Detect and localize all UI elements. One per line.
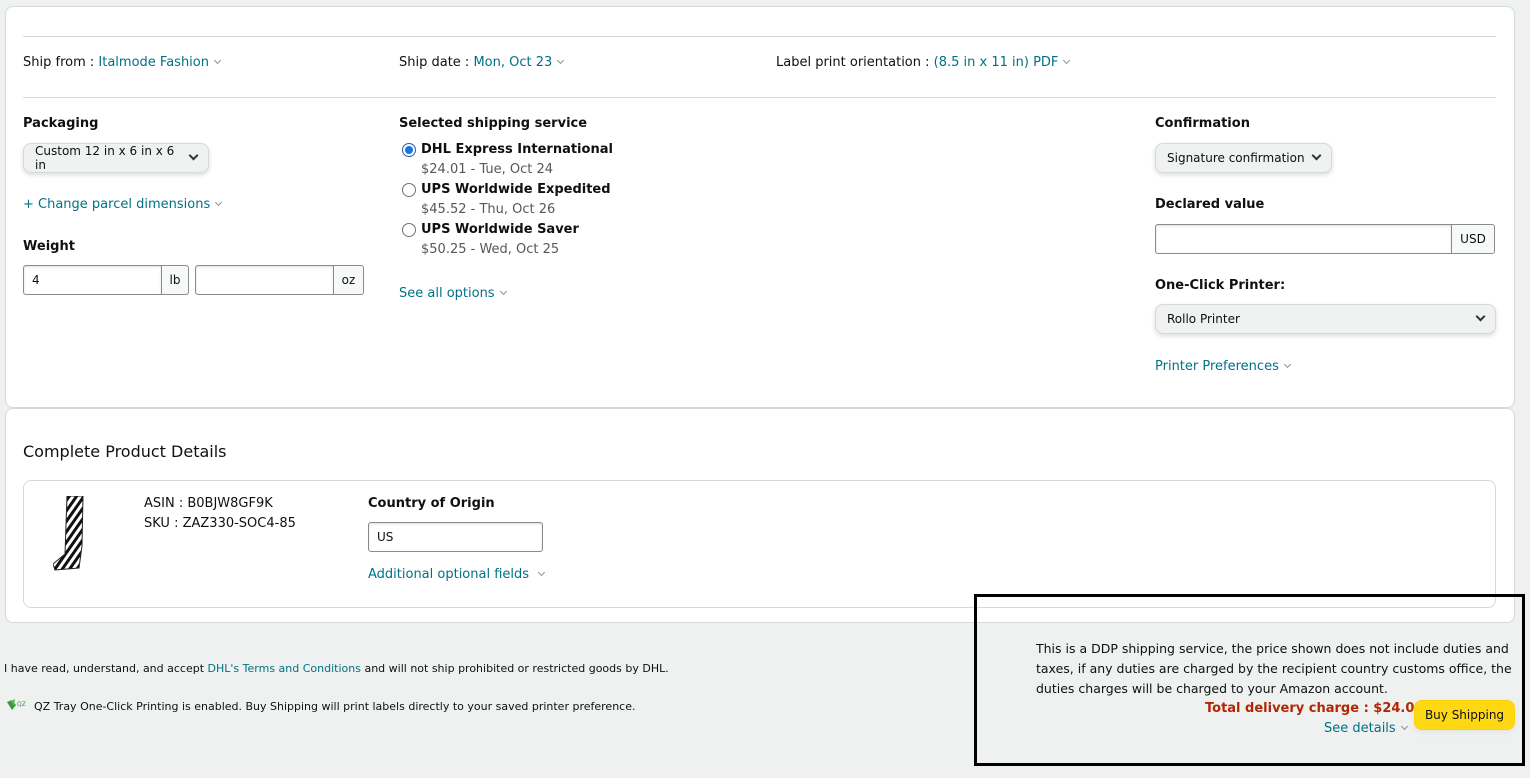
chevron-down-icon [1063, 56, 1071, 65]
printer-select[interactable]: Rollo Printer [1155, 304, 1496, 334]
label-orientation-label: Label print orientation : [776, 55, 930, 70]
service-detail-ups-saver: $50.25 - Wed, Oct 25 [421, 242, 560, 257]
service-name-dhl[interactable]: DHL Express International [421, 142, 613, 157]
terms-suffix: and will not ship prohibited or restrict… [360, 662, 669, 675]
packaging-selected: Custom 12 in x 6 in x 6 in [35, 144, 175, 172]
declared-value-label: Declared value [1155, 197, 1265, 212]
radio-ups-saver[interactable] [402, 223, 416, 237]
divider-middle [23, 97, 1496, 98]
chevron-down-icon [1283, 360, 1291, 369]
additional-fields-link[interactable]: Additional optional fields [368, 567, 546, 582]
service-name-ups-expedited[interactable]: UPS Worldwide Expedited [421, 182, 611, 197]
ship-date-value: Mon, Oct 23 [473, 55, 553, 70]
radio-ups-expedited[interactable] [402, 183, 416, 197]
packaging-label: Packaging [23, 116, 99, 131]
chevron-down-icon [1311, 150, 1322, 160]
weight-oz-unit: oz [334, 265, 364, 295]
label-orientation: Label print orientation : (8.5 in x 11 i… [776, 55, 1071, 70]
see-all-options-link[interactable]: See all options [399, 286, 507, 301]
divider-top [23, 36, 1496, 37]
see-details-link[interactable]: See details [1324, 721, 1408, 736]
ship-date: Ship date : Mon, Oct 23 [399, 55, 565, 70]
chevron-down-icon [538, 568, 546, 577]
service-detail-dhl: $24.01 - Tue, Oct 24 [421, 162, 554, 177]
change-dimensions-link[interactable]: + Change parcel dimensions [23, 197, 223, 212]
weight-label: Weight [23, 239, 75, 254]
product-section-title: Complete Product Details [23, 442, 227, 461]
buy-shipping-button[interactable]: Buy Shipping [1414, 700, 1515, 730]
shipping-card [5, 6, 1515, 408]
ddp-notice-line1: This is a DDP shipping service, the pric… [1036, 641, 1509, 656]
service-name-ups-saver[interactable]: UPS Worldwide Saver [421, 222, 579, 237]
terms-prefix: I have read, understand, and accept [4, 662, 208, 675]
ddp-notice-box [974, 594, 1525, 766]
service-detail-ups-expedited: $45.52 - Thu, Oct 26 [421, 202, 556, 217]
ship-from-dropdown[interactable]: Italmode Fashion [98, 55, 222, 70]
weight-lb-unit: lb [162, 265, 189, 295]
chevron-down-icon [1475, 311, 1486, 321]
printer-preferences-text: Printer Preferences [1155, 359, 1279, 374]
see-details-text: See details [1324, 721, 1396, 736]
qz-tray-icon: QZ [7, 699, 26, 710]
dhl-terms-link[interactable]: DHL's Terms and Conditions [208, 662, 361, 675]
printer-preferences-link[interactable]: Printer Preferences [1155, 359, 1291, 374]
chevron-down-icon [188, 150, 199, 160]
total-delivery-charge: Total delivery charge : $24.01 [1205, 701, 1424, 716]
confirmation-label: Confirmation [1155, 116, 1250, 131]
label-orientation-value: (8.5 in x 11 in) PDF [933, 55, 1059, 70]
printer-selected: Rollo Printer [1167, 312, 1240, 326]
terms-text: I have read, understand, and accept DHL'… [4, 662, 669, 675]
declared-value-input[interactable] [1155, 224, 1452, 254]
product-thumbnail-icon [53, 496, 84, 571]
chevron-down-icon [213, 56, 222, 65]
country-of-origin-input[interactable]: US [368, 522, 543, 552]
confirmation-select[interactable]: Signature confirmation [1155, 143, 1332, 173]
declared-value-currency: USD [1452, 224, 1495, 254]
country-of-origin-label: Country of Origin [368, 496, 495, 511]
weight-lb-input[interactable]: 4 [23, 265, 162, 295]
radio-dhl-express[interactable] [402, 143, 416, 157]
additional-fields-text: Additional optional fields [368, 567, 530, 582]
confirmation-selected: Signature confirmation [1167, 151, 1305, 165]
packaging-select[interactable]: Custom 12 in x 6 in x 6 in [23, 143, 209, 173]
change-dimensions-text: + Change parcel dimensions [23, 197, 211, 212]
product-asin: ASIN : B0BJW8GF9K [144, 496, 273, 511]
svg-text:QZ: QZ [17, 701, 26, 708]
ship-from-label: Ship from : [23, 55, 95, 70]
ddp-notice-line2: taxes, if any duties are charged by the … [1036, 661, 1512, 676]
ship-date-label: Ship date : [399, 55, 470, 70]
chevron-down-icon [215, 198, 223, 207]
ship-from: Ship from : Italmode Fashion [23, 55, 222, 70]
ddp-notice-line3: duties charges will be charged to your A… [1036, 681, 1388, 696]
product-sku: SKU : ZAZ330-SOC4-85 [144, 516, 296, 531]
chevron-down-icon [557, 56, 565, 65]
ship-from-value: Italmode Fashion [98, 55, 209, 70]
see-all-options-text: See all options [399, 286, 495, 301]
label-orientation-dropdown[interactable]: (8.5 in x 11 in) PDF [933, 55, 1071, 70]
ship-date-dropdown[interactable]: Mon, Oct 23 [473, 55, 565, 70]
chevron-down-icon [1400, 722, 1408, 731]
qz-tray-text: QZ Tray One-Click Printing is enabled. B… [34, 700, 636, 713]
chevron-down-icon [499, 287, 507, 296]
shipping-service-label: Selected shipping service [399, 116, 588, 131]
printer-label: One-Click Printer: [1155, 278, 1286, 293]
weight-oz-input[interactable] [195, 265, 334, 295]
